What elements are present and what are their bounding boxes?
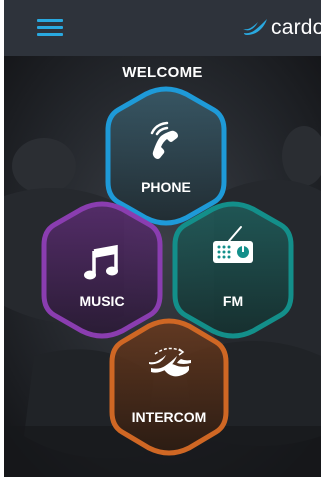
music-note-icon bbox=[84, 244, 118, 280]
music-label: MUSIC bbox=[79, 293, 125, 309]
top-bar: cardo bbox=[4, 0, 321, 56]
phone-label: PHONE bbox=[141, 179, 191, 195]
music-tile[interactable]: MUSIC bbox=[41, 201, 163, 339]
phone-icon bbox=[150, 121, 178, 159]
app-screen: cardo WELCOME PHONE MUSIC FM INTERCOM bbox=[4, 0, 321, 477]
phone-tile[interactable]: PHONE bbox=[105, 86, 227, 226]
fm-label: FM bbox=[222, 293, 244, 309]
intercom-icon bbox=[149, 347, 191, 377]
cardo-wing-icon bbox=[243, 19, 267, 35]
cardo-logo: cardo bbox=[242, 15, 321, 41]
intercom-tile[interactable]: INTERCOM bbox=[109, 318, 229, 456]
hamburger-menu-icon[interactable] bbox=[37, 19, 63, 37]
logo-text: cardo bbox=[271, 16, 321, 39]
intercom-label: INTERCOM bbox=[131, 409, 207, 425]
radio-icon bbox=[213, 226, 253, 263]
fm-tile[interactable]: FM bbox=[172, 201, 294, 339]
welcome-title: WELCOME bbox=[122, 64, 203, 81]
